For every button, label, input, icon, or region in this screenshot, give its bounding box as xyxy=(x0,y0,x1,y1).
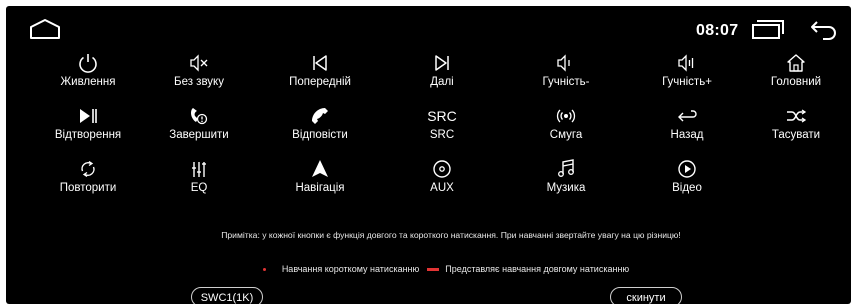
key-repeat[interactable]: Повторити xyxy=(33,157,143,194)
key-hang-up[interactable]: Завершити xyxy=(144,104,254,141)
next-track-icon xyxy=(435,55,449,71)
home-outline-icon xyxy=(30,19,60,39)
key-label: SRC xyxy=(429,129,455,141)
key-label: AUX xyxy=(430,182,454,194)
key-label: Гучність+ xyxy=(662,76,712,88)
power-icon xyxy=(79,54,97,73)
key-video[interactable]: Відео xyxy=(632,157,742,194)
key-home[interactable]: Головний xyxy=(741,51,851,88)
back-arrow-icon xyxy=(811,21,836,40)
legend: Навчання короткому натисканню Представляє… xyxy=(206,264,686,274)
key-label: Гучність- xyxy=(542,76,590,88)
key-label: Музика xyxy=(546,182,586,194)
key-label: Повторити xyxy=(59,182,117,194)
key-label: Смуга xyxy=(549,129,583,141)
volume-up-icon xyxy=(678,54,694,72)
key-music[interactable]: Музика xyxy=(511,157,621,194)
short-press-marker xyxy=(262,268,266,272)
key-aux[interactable]: AUX xyxy=(387,157,497,194)
src-text-icon: SRC xyxy=(427,108,457,124)
aux-icon xyxy=(433,160,451,178)
swc-learning-screen: 08:07 Живлення Без звуку Попередній Далі… xyxy=(6,6,851,304)
key-label: Без звуку xyxy=(174,76,224,88)
recent-apps-icon xyxy=(752,20,784,39)
key-volume-down[interactable]: Гучність- xyxy=(511,51,621,88)
video-icon xyxy=(678,160,696,178)
key-label: Живлення xyxy=(60,76,116,88)
music-icon xyxy=(558,159,574,177)
legend-long-label: Представляє навчання довгому натисканню xyxy=(445,264,630,274)
key-label: Відповісти xyxy=(292,129,348,141)
key-label: Тасувати xyxy=(771,129,821,141)
key-label: Відео xyxy=(672,182,702,194)
key-navigation[interactable]: Навігація xyxy=(265,157,375,194)
key-label: Навігація xyxy=(295,182,345,194)
back-button[interactable] xyxy=(809,18,839,40)
key-answer[interactable]: Відповісти xyxy=(265,104,375,141)
key-label: Назад xyxy=(670,129,704,141)
key-play-pause[interactable]: Відтворення xyxy=(33,104,143,141)
volume-down-icon xyxy=(557,54,570,72)
key-next[interactable]: Далі xyxy=(387,51,497,88)
repeat-icon xyxy=(81,160,95,178)
equalizer-icon xyxy=(192,162,206,177)
legend-short-label: Навчання короткому натисканню xyxy=(281,264,420,274)
previous-track-icon xyxy=(313,55,327,71)
radio-band-icon xyxy=(556,109,576,123)
mute-icon xyxy=(190,54,208,72)
key-mute[interactable]: Без звуку xyxy=(144,51,254,88)
key-label: EQ xyxy=(190,182,208,194)
key-label: Завершити xyxy=(169,129,229,141)
home-icon xyxy=(787,54,805,72)
top-bar: 08:07 xyxy=(6,6,851,50)
return-icon xyxy=(678,110,697,122)
home-outline-button[interactable] xyxy=(28,18,62,40)
key-label: Попередній xyxy=(289,76,351,88)
swc-resistance-button[interactable]: SWC1(1K) xyxy=(191,287,263,304)
hang-up-icon xyxy=(191,108,208,125)
key-src[interactable]: SRC SRC xyxy=(387,104,497,141)
instruction-note: Примітка: у кожної кнопки є функція довг… xyxy=(221,230,681,240)
key-band[interactable]: Смуга xyxy=(511,104,621,141)
key-power[interactable]: Живлення xyxy=(33,51,143,88)
reset-button[interactable]: скинути xyxy=(610,287,682,304)
key-label: Відтворення xyxy=(54,129,122,141)
key-label: Далі xyxy=(430,76,454,88)
recent-apps-button[interactable] xyxy=(751,18,785,40)
key-previous[interactable]: Попередній xyxy=(265,51,375,88)
answer-call-icon xyxy=(312,108,328,124)
play-pause-icon xyxy=(80,109,97,123)
key-volume-up[interactable]: Гучність+ xyxy=(632,51,742,88)
shuffle-icon xyxy=(787,109,807,123)
key-eq[interactable]: EQ xyxy=(144,157,254,194)
clock: 08:07 xyxy=(696,22,739,39)
key-shuffle[interactable]: Тасувати xyxy=(741,104,851,141)
key-label: Головний xyxy=(770,76,822,88)
key-return[interactable]: Назад xyxy=(632,104,742,141)
navigation-icon xyxy=(312,160,328,177)
long-press-marker xyxy=(427,268,440,272)
